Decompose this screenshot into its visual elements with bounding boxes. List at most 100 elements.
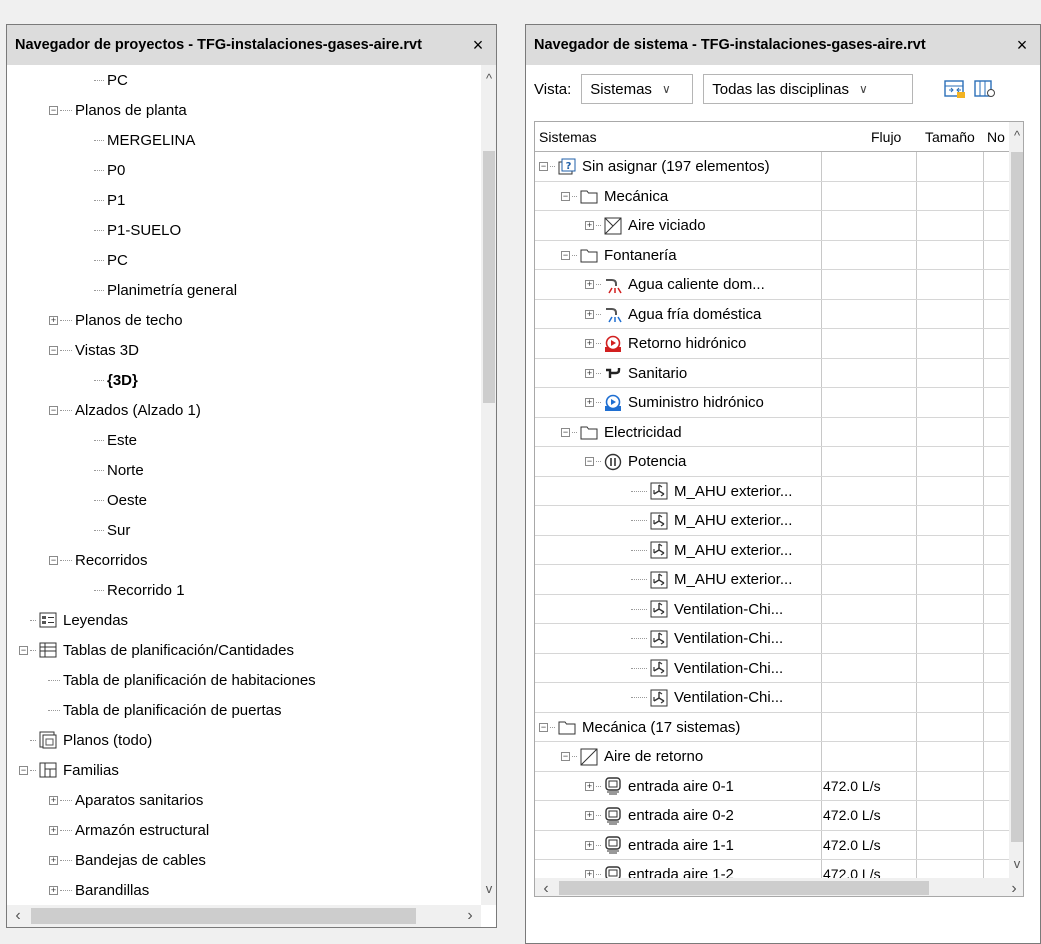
system-row[interactable]: + Retorno hidrónico — [535, 329, 1011, 359]
scroll-left-arrow-icon[interactable]: ‹ — [7, 905, 29, 927]
expand-icon[interactable]: + — [585, 368, 594, 378]
collapse-icon[interactable]: − — [561, 427, 570, 437]
tree-item[interactable]: − Tablas de planificación/Cantidades — [19, 635, 294, 665]
tree-item[interactable]: Recorrido 1 — [83, 575, 185, 605]
collapse-icon[interactable]: − — [49, 345, 58, 355]
scroll-thumb[interactable] — [1011, 152, 1023, 842]
tree-item[interactable]: Planimetría general — [83, 275, 237, 305]
project-browser-horizontal-scrollbar[interactable]: ‹ › — [7, 905, 481, 927]
tree-item[interactable]: P0 — [83, 155, 125, 185]
expand-icon[interactable]: + — [585, 280, 594, 289]
expand-icon[interactable]: + — [49, 855, 58, 865]
tree-item[interactable]: Tabla de planificación de puertas — [37, 695, 281, 725]
column-header-notes[interactable]: No — [987, 129, 1005, 145]
tree-item[interactable]: MERGELINA — [83, 125, 195, 155]
system-row[interactable]: + Suministro hidrónico — [535, 388, 1011, 418]
expand-icon[interactable]: + — [585, 339, 594, 348]
scroll-down-arrow-icon[interactable]: v — [1009, 856, 1023, 874]
tree-item[interactable]: Planos (todo) — [19, 725, 152, 755]
view-select[interactable]: Sistemas ∨ — [581, 74, 694, 104]
tree-item[interactable]: + Bandejas de cables — [49, 845, 206, 875]
system-row[interactable]: + entrada aire 0-2 472.0 L/s — [535, 801, 1011, 831]
expand-icon[interactable]: + — [49, 825, 58, 835]
project-browser-titlebar[interactable]: Navegador de proyectos - TFG-instalacion… — [7, 25, 496, 65]
collapse-icon[interactable]: − — [539, 722, 548, 732]
column-header-flow[interactable]: Flujo — [871, 129, 901, 145]
system-row[interactable]: Ventilation-Chi... — [535, 624, 1011, 654]
collapse-icon[interactable]: − — [49, 105, 58, 115]
system-row[interactable]: − Aire de retorno — [535, 742, 1011, 772]
discipline-select[interactable]: Todas las disciplinas ∨ — [703, 74, 914, 104]
system-row[interactable]: − Mecánica (17 sistemas) — [535, 713, 1011, 742]
collapse-icon[interactable]: − — [561, 752, 570, 761]
tree-item[interactable]: + Barandillas — [49, 875, 149, 905]
system-row[interactable]: + Sanitario — [535, 359, 1011, 388]
tree-item[interactable]: + Aparatos sanitarios — [49, 785, 203, 815]
scroll-left-arrow-icon[interactable]: ‹ — [535, 878, 557, 896]
collapse-icon[interactable]: − — [585, 457, 594, 466]
tree-item[interactable]: P1-SUELO — [83, 215, 181, 245]
expand-icon[interactable]: + — [585, 309, 594, 319]
collapse-icon[interactable]: − — [539, 162, 548, 171]
expand-icon[interactable]: + — [585, 221, 594, 230]
expand-icon[interactable]: + — [585, 811, 594, 820]
expand-icon[interactable]: + — [49, 795, 58, 805]
column-settings-icon[interactable] — [973, 77, 997, 101]
system-row[interactable]: + Agua fría doméstica — [535, 300, 1011, 329]
tree-item[interactable]: − Recorridos — [49, 545, 148, 575]
scroll-thumb[interactable] — [31, 908, 416, 924]
expand-icon[interactable]: + — [49, 315, 58, 325]
system-row[interactable]: − Fontanería — [535, 241, 1011, 270]
system-row[interactable]: Ventilation-Chi... — [535, 654, 1011, 683]
system-row[interactable]: − Potencia — [535, 447, 1011, 477]
tree-item[interactable]: − Familias — [19, 755, 119, 785]
column-header-systems[interactable]: Sistemas — [539, 129, 597, 145]
collapse-icon[interactable]: − — [561, 250, 570, 260]
system-row[interactable]: − Mecánica — [535, 182, 1011, 211]
tree-item[interactable]: − Vistas 3D — [49, 335, 139, 365]
collapse-icon[interactable]: − — [19, 645, 28, 655]
project-browser-close-button[interactable]: × — [468, 35, 488, 56]
collapse-icon[interactable]: − — [19, 765, 28, 775]
system-browser-close-button[interactable]: × — [1012, 35, 1032, 56]
project-browser-vertical-scrollbar[interactable]: ^ v — [481, 65, 496, 905]
tree-item[interactable]: Este — [83, 425, 137, 455]
tree-item[interactable]: Norte — [83, 455, 144, 485]
scroll-down-arrow-icon[interactable]: v — [481, 881, 496, 899]
tree-item[interactable]: + Armazón estructural — [49, 815, 209, 845]
tree-item[interactable]: {3D} — [83, 365, 138, 395]
autofit-columns-icon[interactable] — [943, 77, 967, 101]
tree-item[interactable]: Leyendas — [19, 605, 128, 635]
system-row[interactable]: M_AHU exterior... — [535, 506, 1011, 536]
tree-item[interactable]: − Planos de planta — [49, 95, 187, 125]
system-row[interactable]: −? Sin asignar (197 elementos) — [535, 152, 1011, 182]
expand-icon[interactable]: + — [49, 885, 58, 895]
system-row[interactable]: M_AHU exterior... — [535, 565, 1011, 595]
system-row[interactable]: + Aire viciado — [535, 211, 1011, 241]
system-row[interactable]: Ventilation-Chi... — [535, 595, 1011, 624]
system-row[interactable]: + Agua caliente dom... — [535, 270, 1011, 300]
column-header-size[interactable]: Tamaño — [925, 129, 975, 145]
system-row[interactable]: Ventilation-Chi... — [535, 683, 1011, 713]
system-row[interactable]: + entrada aire 0-1 472.0 L/s — [535, 772, 1011, 801]
expand-icon[interactable]: + — [585, 781, 594, 791]
scroll-thumb[interactable] — [483, 151, 495, 403]
scroll-right-arrow-icon[interactable]: › — [459, 905, 481, 927]
system-row[interactable]: M_AHU exterior... — [535, 536, 1011, 565]
expand-icon[interactable]: + — [585, 840, 594, 850]
scroll-up-arrow-icon[interactable]: ^ — [481, 71, 496, 89]
system-row[interactable]: + entrada aire 1-1 472.0 L/s — [535, 831, 1011, 860]
scroll-thumb[interactable] — [559, 881, 929, 895]
tree-item[interactable]: Oeste — [83, 485, 147, 515]
system-browser-vertical-scrollbar[interactable]: ^ v — [1009, 122, 1023, 878]
tree-item[interactable]: + Planos de techo — [49, 305, 183, 335]
collapse-icon[interactable]: − — [49, 405, 58, 415]
tree-item[interactable]: PC — [83, 245, 128, 275]
tree-item[interactable]: PC — [83, 65, 128, 95]
collapse-icon[interactable]: − — [561, 191, 570, 201]
scroll-right-arrow-icon[interactable]: › — [1003, 878, 1023, 896]
expand-icon[interactable]: + — [585, 398, 594, 407]
system-browser-horizontal-scrollbar[interactable]: ‹ › — [535, 878, 1023, 896]
tree-item[interactable]: Tabla de planificación de habitaciones — [37, 665, 316, 695]
system-row[interactable]: M_AHU exterior... — [535, 477, 1011, 506]
